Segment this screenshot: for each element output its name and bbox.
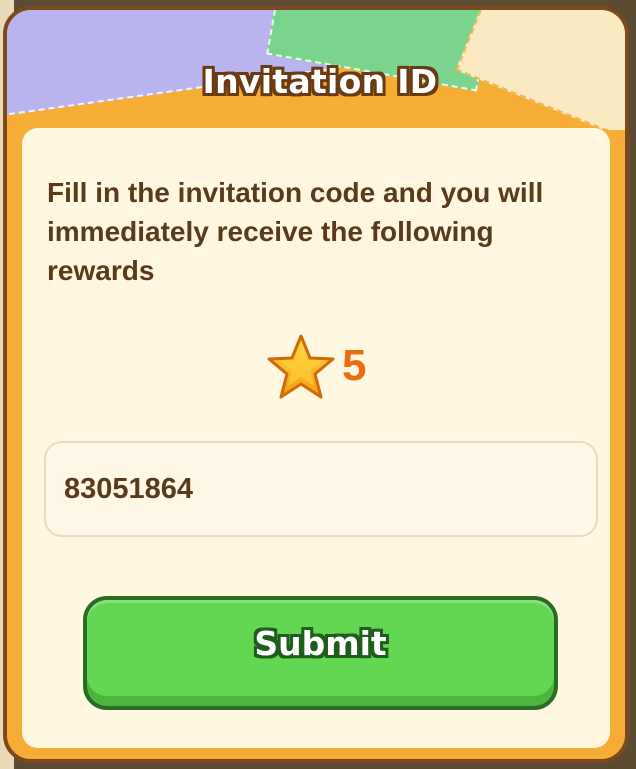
submit-button-face: Submit	[87, 600, 554, 696]
reward-amount: 5	[342, 341, 367, 390]
invitation-code-input[interactable]	[64, 443, 564, 535]
reward-display: 5	[266, 333, 396, 403]
invitation-dialog: Invitation ID Fill in the invitation cod…	[3, 6, 629, 763]
submit-button[interactable]: Submit	[83, 596, 558, 710]
dialog-content-panel: Fill in the invitation code and you will…	[22, 128, 610, 748]
screen: Invitation ID Fill in the invitation cod…	[0, 0, 636, 769]
star-icon	[267, 334, 335, 399]
submit-button-label: Submit	[254, 624, 387, 663]
reward-description: Fill in the invitation code and you will…	[47, 177, 544, 286]
invitation-code-field[interactable]	[44, 441, 598, 537]
dialog-title: Invitation ID	[202, 62, 438, 101]
